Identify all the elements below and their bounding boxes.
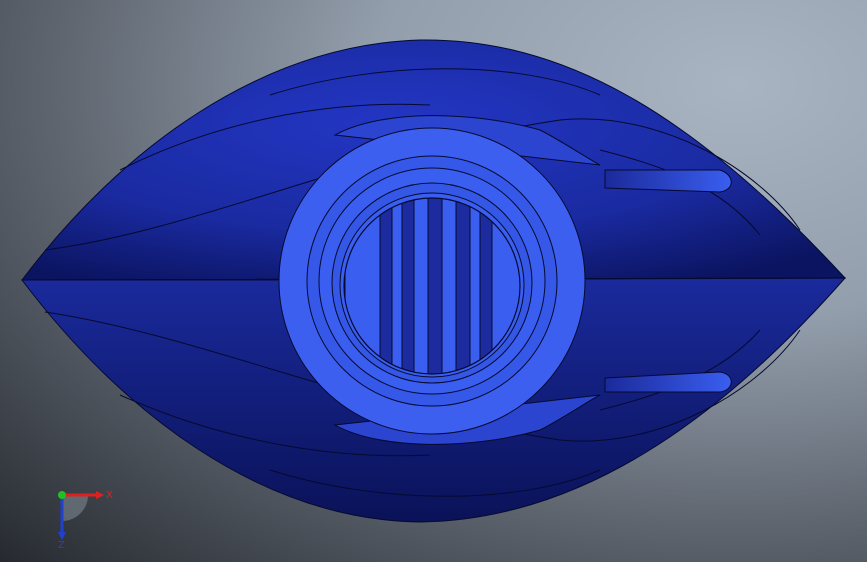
- reference-triad: X Z: [58, 490, 113, 550]
- y-axis-dot: [58, 491, 66, 499]
- upper-side-slot: [604, 169, 732, 193]
- triad-plane: [62, 495, 88, 521]
- graphics-viewport[interactable]: X Z: [0, 0, 867, 562]
- z-axis-label: Z: [58, 540, 65, 550]
- grille-bar-3: [413, 198, 429, 374]
- x-axis-label: X: [106, 490, 113, 501]
- grille-bar-2: [391, 198, 403, 374]
- model-3d-view[interactable]: [0, 0, 867, 562]
- x-axis-arrowhead: [96, 491, 104, 499]
- z-axis-arrowhead: [58, 532, 66, 540]
- grille-bar-5: [469, 198, 481, 374]
- grille-bar-4: [441, 198, 457, 374]
